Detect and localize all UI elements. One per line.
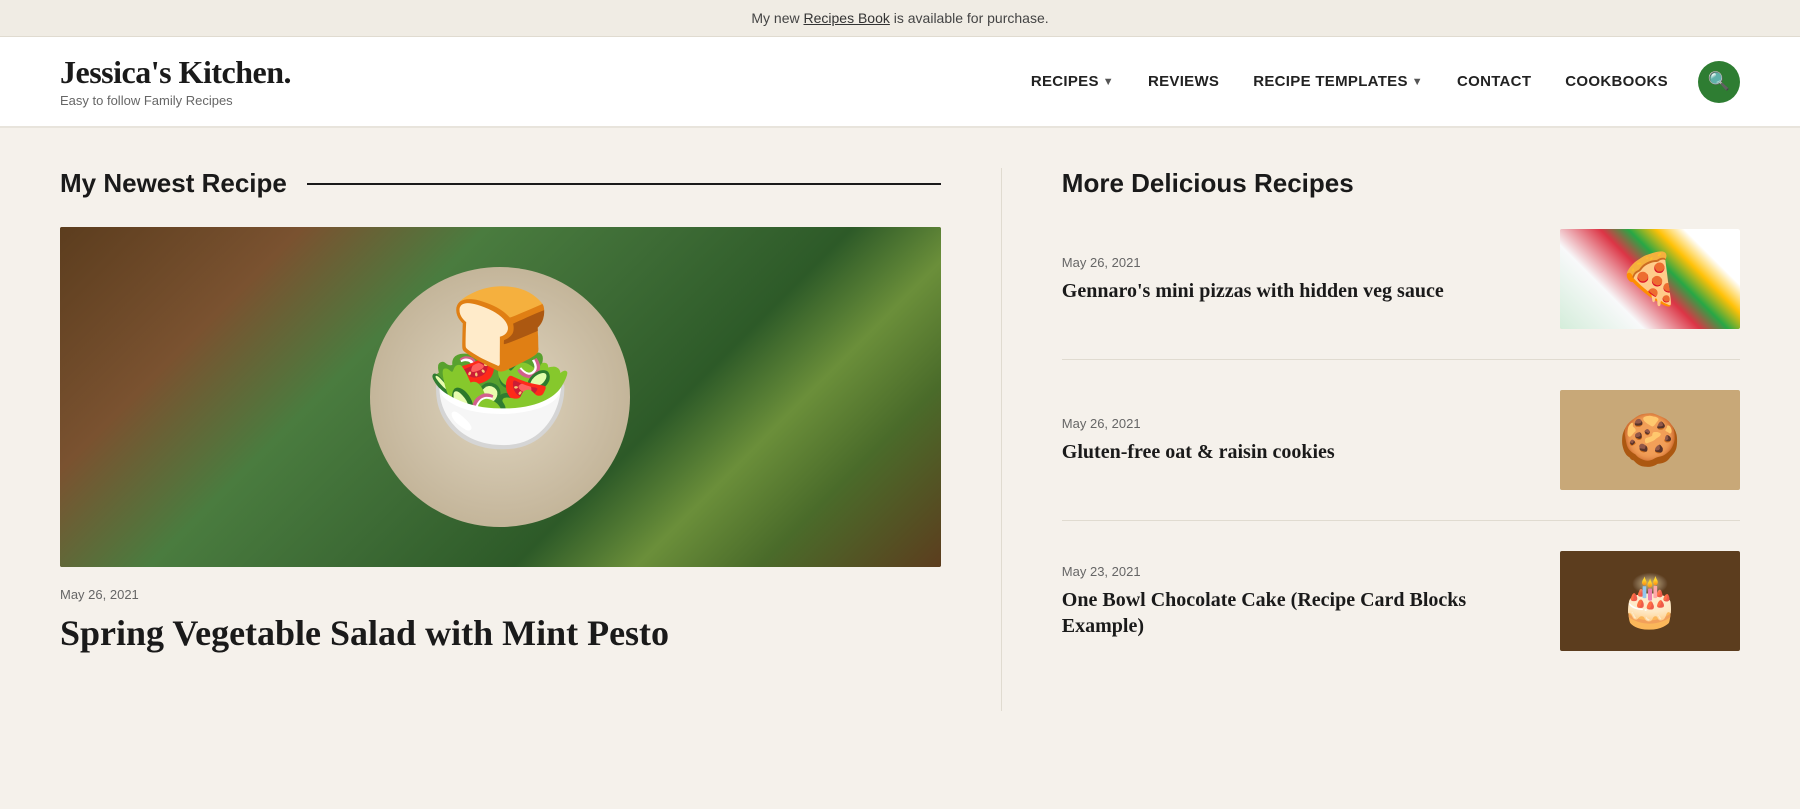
announcement-text-before: My new [751,10,803,26]
salad-photo: 🍞 [60,227,941,567]
recipe-card-date: May 26, 2021 [1062,416,1540,431]
newest-recipe-title: My Newest Recipe [60,168,287,199]
cake-photo: 🎂 [1560,551,1740,651]
chevron-down-icon: ▼ [1412,76,1423,88]
recipe-card-image[interactable]: 🍪 [1560,390,1740,490]
recipe-card-image[interactable]: 🎂 [1560,551,1740,651]
title-divider [307,183,941,185]
recipe-card-date: May 26, 2021 [1062,255,1540,270]
recipe-card: May 26, 2021 Gennaro's mini pizzas with … [1062,229,1740,360]
nav-item-cookbooks[interactable]: COOKBOOKS [1551,65,1682,98]
main-nav: RECIPES ▼ REVIEWS RECIPE TEMPLATES ▼ CON… [1017,61,1740,103]
newest-recipe-name[interactable]: Spring Vegetable Salad with Mint Pesto [60,612,941,655]
announcement-bar: My new Recipes Book is available for pur… [0,0,1800,37]
pizza-photo: 🍕 [1560,229,1740,329]
announcement-text-after: is available for purchase. [890,10,1049,26]
site-tagline: Easy to follow Family Recipes [60,93,291,108]
site-header: Jessica's Kitchen. Easy to follow Family… [0,37,1800,128]
bread-decoration: 🍞 [451,282,551,376]
recipe-card-title[interactable]: One Bowl Chocolate Cake (Recipe Card Blo… [1062,587,1540,639]
recipe-card-date: May 23, 2021 [1062,564,1540,579]
recipe-card: May 23, 2021 One Bowl Chocolate Cake (Re… [1062,551,1740,681]
more-recipes-section: More Delicious Recipes May 26, 2021 Genn… [1001,168,1740,711]
newest-recipe-section: My Newest Recipe 🍞 May 26, 2021 Spring V… [60,168,1001,711]
recipe-card-title[interactable]: Gennaro's mini pizzas with hidden veg sa… [1062,278,1540,304]
newest-recipe-date: May 26, 2021 [60,587,941,602]
nav-item-recipe-templates[interactable]: RECIPE TEMPLATES ▼ [1239,65,1437,98]
nav-item-reviews[interactable]: REVIEWS [1134,65,1233,98]
search-button[interactable]: 🔍 [1698,61,1740,103]
site-brand[interactable]: Jessica's Kitchen. Easy to follow Family… [60,55,291,108]
recipe-card-image[interactable]: 🍕 [1560,229,1740,329]
main-content: My Newest Recipe 🍞 May 26, 2021 Spring V… [0,128,1800,751]
cookie-photo: 🍪 [1560,390,1740,490]
recipe-card: May 26, 2021 Gluten-free oat & raisin co… [1062,390,1740,521]
newest-recipe-heading: My Newest Recipe [60,168,941,199]
more-recipes-heading: More Delicious Recipes [1062,168,1740,199]
recipe-card-info: May 26, 2021 Gluten-free oat & raisin co… [1062,416,1560,465]
announcement-link[interactable]: Recipes Book [803,10,889,26]
recipe-card-info: May 23, 2021 One Bowl Chocolate Cake (Re… [1062,564,1560,639]
featured-recipe-image[interactable]: 🍞 [60,227,941,567]
recipe-card-title[interactable]: Gluten-free oat & raisin cookies [1062,439,1540,465]
nav-item-recipes[interactable]: RECIPES ▼ [1017,65,1128,98]
recipe-card-info: May 26, 2021 Gennaro's mini pizzas with … [1062,255,1560,304]
nav-item-contact[interactable]: CONTACT [1443,65,1545,98]
search-icon: 🔍 [1708,71,1730,92]
chevron-down-icon: ▼ [1103,76,1114,88]
site-title: Jessica's Kitchen. [60,55,291,90]
